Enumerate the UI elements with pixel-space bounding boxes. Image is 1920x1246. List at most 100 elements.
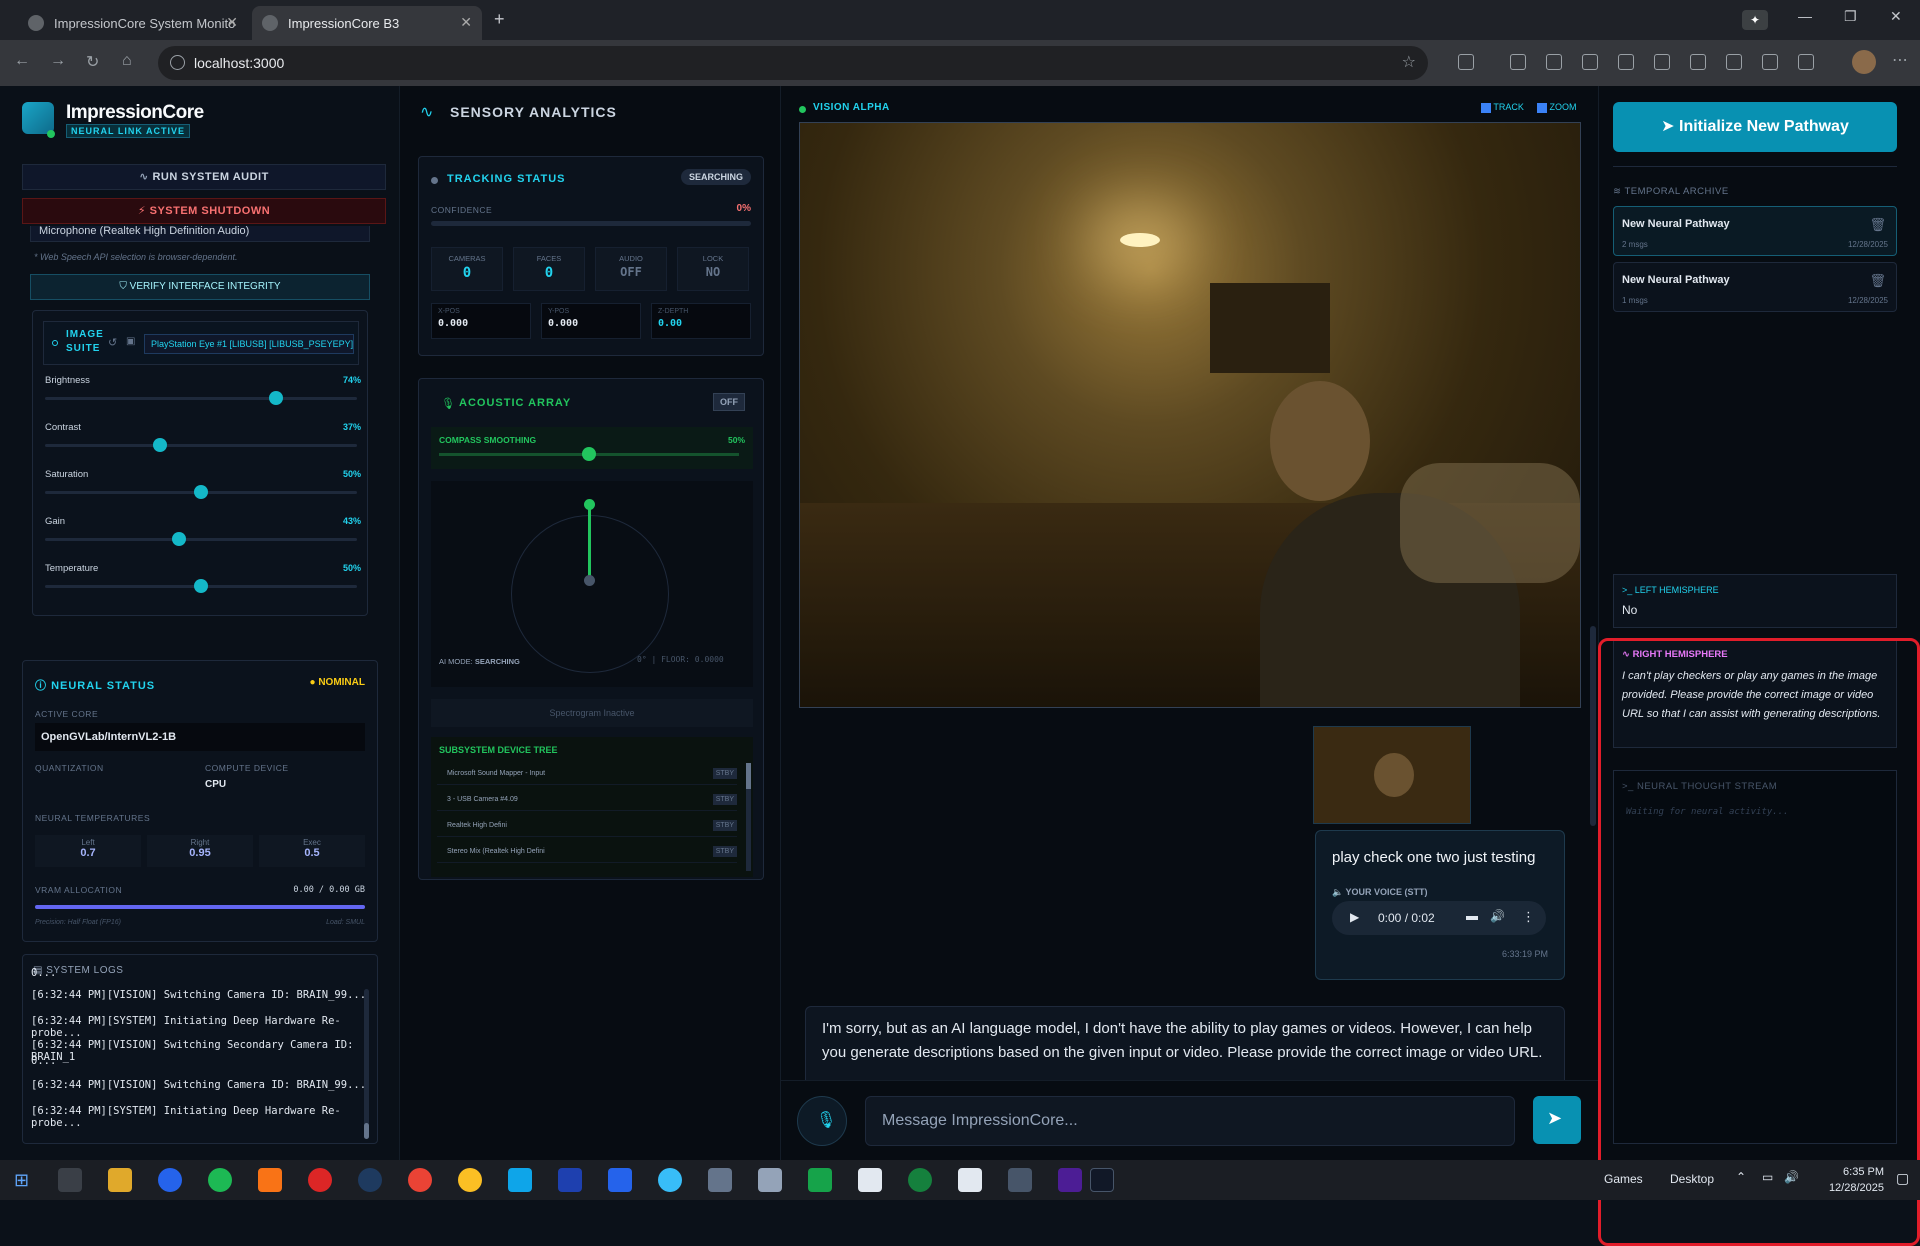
audio-player[interactable]: ▶ 0:00 / 0:02 🔊 ⋮ bbox=[1332, 901, 1546, 935]
gemini-icon[interactable]: ✦ bbox=[1742, 10, 1768, 30]
terminal-icon[interactable] bbox=[1090, 1168, 1114, 1192]
archive-item[interactable]: New Neural Pathway 1 msgs 12/28/2025 🗑 bbox=[1613, 262, 1897, 312]
archive-item[interactable]: New Neural Pathway 2 msgs 12/28/2025 🗑 bbox=[1613, 206, 1897, 256]
zoom-checkbox[interactable]: ZOOM bbox=[1537, 102, 1577, 113]
vscode-icon[interactable] bbox=[508, 1168, 532, 1192]
tab-impressioncore[interactable]: ImpressionCore B3 ✕ bbox=[252, 6, 482, 40]
trash-icon[interactable]: 🗑 bbox=[1869, 217, 1886, 233]
device-row[interactable]: Microsoft Sound Mapper - Input STBY bbox=[437, 763, 737, 785]
smoothing-track[interactable] bbox=[439, 447, 739, 461]
slider-thumb[interactable] bbox=[194, 579, 208, 593]
powershell-icon[interactable] bbox=[608, 1168, 632, 1192]
app-icon[interactable] bbox=[958, 1168, 982, 1192]
sidebar-icon[interactable] bbox=[1798, 54, 1814, 70]
cast-icon[interactable] bbox=[1762, 54, 1778, 70]
initialize-pathway-button[interactable]: ➤ Initialize New Pathway bbox=[1613, 102, 1897, 152]
extensions-icon[interactable] bbox=[1458, 54, 1474, 70]
new-tab-icon[interactable]: + bbox=[494, 9, 505, 30]
more-menu-icon[interactable]: ⋯ bbox=[1892, 50, 1908, 70]
checkbox-icon[interactable] bbox=[1481, 102, 1491, 113]
task-view-icon[interactable] bbox=[58, 1168, 82, 1192]
forward-icon[interactable]: → bbox=[50, 52, 66, 70]
delete-icon[interactable] bbox=[1690, 54, 1706, 70]
audio-progress[interactable] bbox=[1466, 916, 1478, 920]
edge-icon[interactable] bbox=[158, 1168, 182, 1192]
run-system-audit-button[interactable]: ∿ RUN SYSTEM AUDIT bbox=[22, 164, 386, 190]
chrome-icon[interactable] bbox=[408, 1168, 432, 1192]
restore-icon[interactable]: ❐ bbox=[1844, 8, 1857, 25]
site-info-icon[interactable] bbox=[170, 55, 185, 70]
system-shutdown-button[interactable]: ⚡ SYSTEM SHUTDOWN bbox=[22, 198, 386, 224]
docker-icon[interactable] bbox=[658, 1168, 682, 1192]
slider-track[interactable] bbox=[45, 579, 357, 593]
chat-scrollbar[interactable] bbox=[1590, 626, 1596, 826]
slider-thumb[interactable] bbox=[153, 438, 168, 452]
acoustic-toggle[interactable]: OFF bbox=[713, 393, 745, 411]
bookmark-star-icon[interactable]: ☆ bbox=[1402, 52, 1416, 72]
play-icon[interactable]: ▶ bbox=[1350, 910, 1359, 924]
app-icon[interactable] bbox=[1058, 1168, 1082, 1192]
app-icon[interactable] bbox=[908, 1168, 932, 1192]
logs-scroll-thumb[interactable] bbox=[364, 1123, 369, 1139]
address-bar[interactable]: localhost:3000 ☆ bbox=[158, 46, 1428, 80]
downloads-icon[interactable] bbox=[1654, 54, 1670, 70]
favorites-icon[interactable] bbox=[1582, 54, 1598, 70]
app-icon[interactable] bbox=[708, 1168, 732, 1192]
device-scroll-thumb[interactable] bbox=[746, 763, 751, 789]
minimize-icon[interactable]: — bbox=[1798, 8, 1812, 24]
history-icon[interactable] bbox=[1618, 54, 1634, 70]
back-icon[interactable]: ← bbox=[14, 52, 30, 70]
device-row[interactable]: Realtek High Defini STBY bbox=[437, 815, 737, 837]
chevron-up-icon[interactable]: ⌃ bbox=[1736, 1170, 1746, 1184]
microphone-select[interactable]: Microphone (Realtek High Definition Audi… bbox=[30, 226, 370, 242]
notification-icon[interactable]: ▢ bbox=[1896, 1170, 1909, 1187]
slider-thumb[interactable] bbox=[268, 391, 283, 405]
camera-select[interactable]: PlayStation Eye #1 [LIBUSB] [LIBUSB_PSEY… bbox=[144, 334, 354, 354]
snapshot-thumbnail[interactable] bbox=[1313, 726, 1471, 824]
steam-icon[interactable] bbox=[358, 1168, 382, 1192]
file-explorer-icon[interactable] bbox=[108, 1168, 132, 1192]
app-icon[interactable] bbox=[858, 1168, 882, 1192]
split-view-icon[interactable] bbox=[1510, 54, 1526, 70]
more-options-icon[interactable]: ⋮ bbox=[1522, 909, 1535, 925]
desktop-toolbar[interactable]: Desktop bbox=[1670, 1172, 1714, 1186]
app-icon[interactable] bbox=[558, 1168, 582, 1192]
track-checkbox[interactable]: TRACK bbox=[1481, 102, 1524, 113]
close-window-icon[interactable]: ✕ bbox=[1890, 8, 1902, 25]
slider-track[interactable] bbox=[45, 438, 357, 452]
spotify-icon[interactable] bbox=[208, 1168, 232, 1192]
clock[interactable]: 6:35 PM 12/28/2025 bbox=[1804, 1164, 1884, 1196]
device-row[interactable]: 3 - USB Camera #4.09 STBY bbox=[437, 789, 737, 811]
profile-avatar[interactable] bbox=[1852, 50, 1876, 74]
save-icon[interactable]: ▣ bbox=[126, 336, 135, 347]
chrome-canary-icon[interactable] bbox=[458, 1168, 482, 1192]
tab-system-monitor[interactable]: ImpressionCore System Monito ✕ bbox=[18, 6, 248, 40]
browser-essentials-icon[interactable] bbox=[1546, 54, 1562, 70]
verify-interface-button[interactable]: ⛉ VERIFY INTERFACE INTEGRITY bbox=[30, 274, 370, 300]
device-row[interactable]: Stereo Mix (Realtek High Defini STBY bbox=[437, 841, 737, 863]
volume-icon[interactable]: 🔊 bbox=[1490, 909, 1505, 923]
smoothing-thumb[interactable] bbox=[582, 447, 596, 461]
send-button[interactable]: ➤ bbox=[1533, 1096, 1581, 1144]
volume-icon[interactable]: 🔊 bbox=[1784, 1170, 1799, 1184]
trash-icon[interactable]: 🗑 bbox=[1869, 273, 1886, 289]
close-tab-icon[interactable]: ✕ bbox=[226, 14, 238, 31]
checkbox-icon[interactable] bbox=[1537, 102, 1547, 113]
close-tab-icon[interactable]: ✕ bbox=[460, 14, 472, 31]
device-scrollbar[interactable] bbox=[746, 763, 751, 871]
message-input[interactable]: Message ImpressionCore... bbox=[865, 1096, 1515, 1146]
reset-icon[interactable]: ↺ bbox=[108, 336, 117, 349]
home-icon[interactable]: ⌂ bbox=[122, 52, 132, 70]
app-icon[interactable] bbox=[308, 1168, 332, 1192]
slider-track[interactable] bbox=[45, 485, 357, 499]
voice-input-button[interactable]: 🎙 bbox=[797, 1096, 847, 1146]
windows-start-icon[interactable]: ⊞ bbox=[14, 1170, 29, 1191]
app-icon[interactable] bbox=[258, 1168, 282, 1192]
app-icon[interactable] bbox=[1008, 1168, 1032, 1192]
slider-track[interactable] bbox=[45, 391, 357, 405]
reload-icon[interactable]: ↻ bbox=[86, 52, 99, 72]
slider-track[interactable] bbox=[45, 532, 357, 546]
slider-thumb[interactable] bbox=[172, 532, 187, 546]
slider-thumb[interactable] bbox=[194, 485, 208, 499]
app-icon[interactable] bbox=[808, 1168, 832, 1192]
